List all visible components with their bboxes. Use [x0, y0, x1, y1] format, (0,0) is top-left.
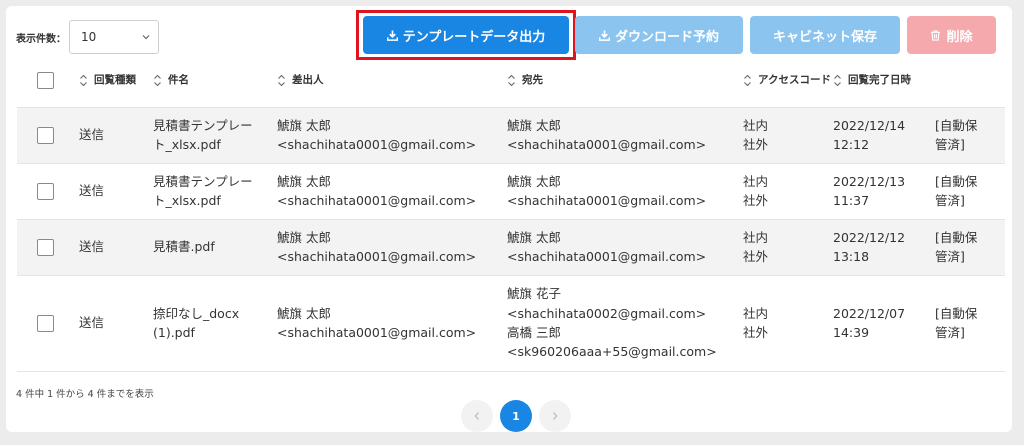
- cell-sender: 鯱旗 太郎 <shachihata0001@gmail.com>: [277, 305, 477, 340]
- cabinet-save-label: キャビネット保存: [772, 29, 877, 45]
- download-reserve-button[interactable]: ダウンロード予約: [575, 16, 743, 54]
- cell-access: 社内 社外: [743, 117, 769, 152]
- cell-date: 2022/12/13 11:37: [833, 173, 906, 208]
- pagination: 1: [461, 400, 571, 432]
- cell-type: 送信: [79, 239, 105, 255]
- cell-sender: 鯱旗 太郎 <shachihata0001@gmail.com>: [277, 173, 477, 208]
- cell-recipient: 鯱旗 太郎 <shachihata0001@gmail.com>: [507, 229, 707, 264]
- cell-subject: 見積書テンプレー ト_xlsx.pdf: [153, 173, 253, 208]
- chevron-left-icon: [474, 412, 479, 420]
- cell-type: 送信: [79, 183, 105, 199]
- per-page-control: 表示件数： 10: [16, 20, 159, 54]
- template-data-output-button[interactable]: テンプレートデータ出力: [363, 16, 569, 54]
- cell-date: 2022/12/07 14:39: [833, 305, 906, 340]
- cell-date: 2022/12/12 13:18: [833, 229, 906, 264]
- table-row[interactable]: 送信 見積書.pdf 鯱旗 太郎 <shachihata0001@gmail.co…: [17, 219, 1005, 275]
- delete-label: 削除: [946, 29, 973, 45]
- template-data-output-label: テンプレートデータ出力: [402, 29, 546, 45]
- select-all-checkbox[interactable]: [37, 72, 54, 90]
- table-row[interactable]: 送信 見積書テンプレー ト_xlsx.pdf 鯱旗 太郎 <shachihata00…: [17, 163, 1005, 219]
- cell-status: [自動保 管済]: [935, 305, 978, 340]
- cell-status: [自動保 管済]: [935, 117, 978, 152]
- prev-page-button[interactable]: [461, 400, 493, 432]
- sort-icon: [744, 74, 751, 87]
- cell-access: 社内 社外: [743, 305, 769, 340]
- header-sender[interactable]: 差出人: [277, 73, 507, 88]
- row-checkbox[interactable]: [37, 126, 54, 144]
- sort-icon: [154, 74, 161, 87]
- document-table: 回覧種類 件名 差出人 宛先 アクセスコード 回覧完了日時 送信 見積書テンプレ…: [17, 55, 1005, 372]
- cell-status: [自動保 管済]: [935, 173, 978, 208]
- delete-button[interactable]: 削除: [907, 16, 996, 54]
- chevron-down-icon: [142, 35, 150, 40]
- trash-icon: [931, 29, 941, 41]
- row-checkbox[interactable]: [37, 182, 54, 200]
- row-checkbox[interactable]: [37, 314, 54, 332]
- cell-date: 2022/12/14 12:12: [833, 117, 906, 152]
- table-row[interactable]: 送信 捺印なし_docx (1).pdf 鯱旗 太郎 <shachihata0001…: [17, 275, 1005, 371]
- cell-type: 送信: [79, 315, 105, 331]
- cabinet-save-button[interactable]: キャビネット保存: [750, 16, 900, 54]
- document-list-panel: 表示件数： 10 テンプレートデータ出力 ダウンロード予約 キャビネット保存 削…: [6, 6, 1012, 432]
- cell-type: 送信: [79, 127, 105, 143]
- cell-sender: 鯱旗 太郎 <shachihata0001@gmail.com>: [277, 117, 477, 152]
- record-count-summary: 4 件中 1 件から 4 件までを表示: [16, 389, 154, 400]
- cell-subject: 見積書.pdf: [153, 239, 215, 255]
- header-completed-at[interactable]: 回覧完了日時: [833, 73, 935, 88]
- cell-subject: 見積書テンプレー ト_xlsx.pdf: [153, 117, 253, 152]
- cell-recipient: 鯱旗 太郎 <shachihata0001@gmail.com>: [507, 173, 707, 208]
- next-page-button[interactable]: [539, 400, 571, 432]
- cell-recipient: 鯱旗 太郎 <shachihata0001@gmail.com>: [507, 117, 707, 152]
- cell-subject: 捺印なし_docx (1).pdf: [153, 305, 240, 340]
- download-reserve-label: ダウンロード予約: [614, 29, 719, 45]
- chevron-right-icon: [553, 412, 558, 420]
- sort-icon: [508, 74, 515, 87]
- per-page-select[interactable]: 10: [69, 20, 159, 54]
- row-checkbox[interactable]: [37, 238, 54, 256]
- header-status: [935, 55, 1005, 107]
- cell-access: 社内 社外: [743, 229, 769, 264]
- sort-icon: [834, 74, 841, 87]
- cell-sender: 鯱旗 太郎 <shachihata0001@gmail.com>: [277, 229, 477, 264]
- page-button-current[interactable]: 1: [500, 400, 532, 432]
- per-page-label: 表示件数：: [16, 33, 66, 45]
- download-icon: [598, 29, 610, 41]
- header-type[interactable]: 回覧種類: [79, 73, 153, 88]
- cell-recipient: 鯱旗 花子 <shachihata0002@gmail.com> 高橋 三郎 <sk9…: [507, 286, 717, 360]
- header-subject[interactable]: 件名: [153, 73, 277, 88]
- header-access-code[interactable]: アクセスコード: [743, 73, 833, 88]
- sort-icon: [278, 74, 285, 87]
- header-recipient[interactable]: 宛先: [507, 73, 743, 88]
- table-row[interactable]: 送信 見積書テンプレー ト_xlsx.pdf 鯱旗 太郎 <shachihata00…: [17, 107, 1005, 163]
- table-header-row: 回覧種類 件名 差出人 宛先 アクセスコード 回覧完了日時: [17, 55, 1005, 107]
- sort-icon: [80, 74, 87, 87]
- download-icon: [386, 29, 398, 41]
- cell-access: 社内 社外: [743, 173, 769, 208]
- per-page-value: 10: [81, 30, 97, 44]
- cell-status: [自動保 管済]: [935, 229, 978, 264]
